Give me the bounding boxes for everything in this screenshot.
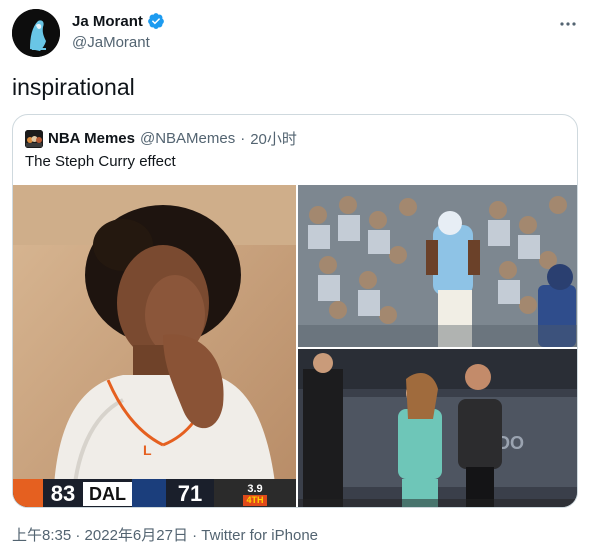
nba-memes-logo-icon	[25, 129, 43, 148]
verified-badge-icon	[147, 13, 164, 29]
tweet-meta: 上午8:35 · 2022年6月27日 · Twitter for iPhone	[12, 524, 318, 545]
media-image-baseball-player[interactable]	[298, 185, 577, 347]
soccer-player-image: RANDO	[298, 349, 577, 507]
media-image-basketball-player[interactable]: L 83 DAL 71 3.9 4TH	[13, 185, 296, 507]
quoted-author-handle[interactable]: @NBAMemes	[140, 130, 235, 147]
scoreboard: 83 DAL 71 3.9 4TH	[13, 479, 296, 507]
meta-separator: ·	[75, 527, 81, 544]
svg-text:L: L	[143, 442, 152, 458]
quoted-text: The Steph Curry effect	[25, 153, 176, 170]
author-avatar[interactable]	[12, 9, 60, 57]
tweet-source[interactable]: Twitter for iPhone	[201, 527, 318, 544]
clock-value: 3.9	[247, 482, 263, 495]
author-block: Ja Morant @JaMorant	[72, 12, 165, 51]
media-image-soccer-player[interactable]: RANDO	[298, 349, 577, 507]
author-handle[interactable]: @JaMorant	[72, 34, 165, 51]
author-name[interactable]: Ja Morant	[72, 13, 143, 30]
basketball-player-image: L	[13, 185, 296, 507]
avatar-image	[12, 9, 60, 57]
baseball-player-image	[298, 185, 577, 347]
away-score: 71	[177, 481, 203, 506]
quoted-media-grid: L 83 DAL 71 3.9 4TH	[13, 185, 577, 507]
team-logo-away-icon	[132, 479, 166, 507]
tweet-date[interactable]: 2022年6月27日	[85, 527, 188, 544]
quoted-header: NBA Memes @NBAMemes · 20小时	[25, 128, 297, 149]
quoted-separator: ·	[240, 130, 246, 147]
quoted-author-name[interactable]: NBA Memes	[48, 130, 135, 147]
tweet-text: inspirational	[12, 74, 135, 100]
quoted-tweet[interactable]: NBA Memes @NBAMemes · 20小时 The Steph Cur…	[12, 114, 578, 508]
meta-separator-2: ·	[192, 527, 198, 544]
quoted-avatar[interactable]	[25, 129, 43, 148]
author-name-row[interactable]: Ja Morant	[72, 12, 165, 30]
more-options-button[interactable]	[558, 14, 578, 34]
game-clock: 3.9 4TH	[214, 479, 296, 507]
period-label: 4TH	[243, 494, 267, 506]
tweet-time[interactable]: 上午8:35	[12, 527, 71, 544]
home-score: 83	[50, 481, 76, 506]
team-logo-home-icon	[13, 479, 43, 507]
more-horizontal-icon	[560, 22, 576, 26]
quoted-timestamp[interactable]: 20小时	[250, 128, 297, 149]
away-team-label: DAL	[83, 482, 132, 506]
